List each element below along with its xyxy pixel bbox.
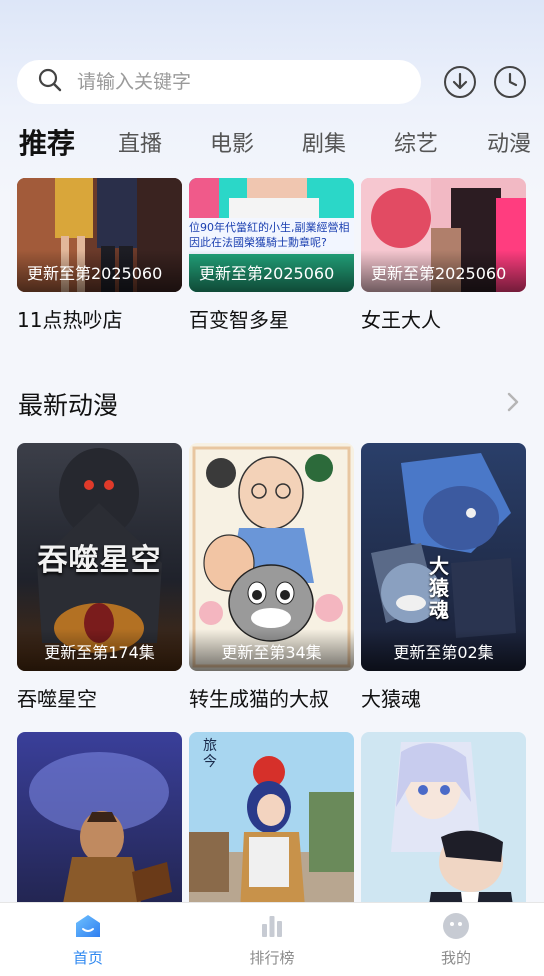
anime-poster: 味力: [361, 732, 526, 902]
poster-caption: 位90年代當紅的小生,副業經營相 因此在法國榮獲騎士勳章呢?: [189, 221, 350, 249]
poster-title-text: 旅今: [203, 738, 217, 770]
update-status: 更新至第174集: [44, 643, 155, 662]
anime-poster: 更新至第34集: [189, 443, 354, 671]
video-thumbnail: 更新至第2025060: [17, 178, 182, 292]
download-icon[interactable]: [443, 65, 477, 99]
anime-poster: [17, 732, 182, 902]
anime-card[interactable]: 味力: [361, 732, 526, 902]
tab-live[interactable]: 直播: [118, 132, 162, 158]
update-status: 更新至第34集: [221, 643, 322, 662]
bottom-navigation: 首页 排行榜 我的: [0, 902, 544, 976]
anime-card[interactable]: 吞噬星空 更新至第174集 吞噬星空: [17, 443, 182, 712]
anime-card[interactable]: 大猿魂 更新至第02集 大猿魂: [361, 443, 526, 712]
anime-title: 大猿魂: [361, 687, 421, 711]
feed-content: 更新至第2025060 11点热吵店 位90年代當紅的小生,副業經營相 因此在法…: [0, 172, 544, 902]
anime-poster: 旅今: [189, 732, 354, 902]
anime-card[interactable]: 更新至第34集 转生成猫的大叔: [189, 443, 354, 712]
search-input[interactable]: [75, 70, 379, 94]
poster-title-text: 大猿魂: [429, 554, 449, 622]
poster-title-text: 吞噬星空: [37, 543, 162, 578]
smiley-face-icon: [406, 911, 506, 941]
update-status: 更新至第2025060: [199, 264, 335, 283]
anime-title: 转生成猫的大叔: [189, 687, 329, 711]
video-card[interactable]: 更新至第2025060 11点热吵店: [17, 178, 182, 333]
anime-poster: 大猿魂 更新至第02集: [361, 443, 526, 671]
home-icon: [38, 911, 138, 941]
anime-poster: 吞噬星空 更新至第174集: [17, 443, 182, 671]
search-bar[interactable]: [17, 60, 421, 104]
tab-anime[interactable]: 动漫: [487, 132, 531, 158]
video-thumbnail: 位90年代當紅的小生,副業經營相 因此在法國榮獲騎士勳章呢? 更新至第20250…: [189, 178, 354, 292]
nav-profile-label: 我的: [440, 949, 471, 967]
tab-variety[interactable]: 综艺: [394, 132, 438, 158]
update-status: 更新至第2025060: [371, 264, 507, 283]
category-tabs: 推荐 直播 电影 剧集 综艺 动漫: [0, 122, 544, 172]
nav-profile[interactable]: 我的: [406, 911, 506, 968]
chevron-right-icon[interactable]: [503, 389, 523, 415]
anime-card[interactable]: [17, 732, 182, 902]
video-card[interactable]: 更新至第2025060 女王大人: [361, 178, 526, 333]
update-status: 更新至第2025060: [27, 264, 163, 283]
tab-movie[interactable]: 电影: [210, 132, 254, 158]
search-icon: [37, 67, 63, 97]
video-thumbnail: 更新至第2025060: [361, 178, 526, 292]
section-title: 最新动漫: [18, 391, 119, 420]
nav-home[interactable]: 首页: [38, 911, 138, 968]
video-card[interactable]: 位90年代當紅的小生,副業經營相 因此在法國榮獲騎士勳章呢? 更新至第20250…: [189, 178, 354, 333]
update-status: 更新至第02集: [393, 643, 494, 662]
video-title: 百变智多星: [189, 308, 289, 332]
history-clock-icon[interactable]: [493, 65, 527, 99]
anime-title: 吞噬星空: [17, 687, 97, 711]
tab-recommend[interactable]: 推荐: [19, 127, 75, 161]
nav-home-label: 首页: [72, 949, 103, 967]
tab-series[interactable]: 剧集: [302, 132, 346, 158]
bar-chart-icon: [222, 911, 322, 941]
nav-ranking[interactable]: 排行榜: [222, 911, 322, 968]
video-title: 女王大人: [361, 308, 441, 332]
nav-ranking-label: 排行榜: [249, 949, 295, 967]
anime-card[interactable]: 旅今: [189, 732, 354, 902]
video-title: 11点热吵店: [17, 308, 123, 332]
